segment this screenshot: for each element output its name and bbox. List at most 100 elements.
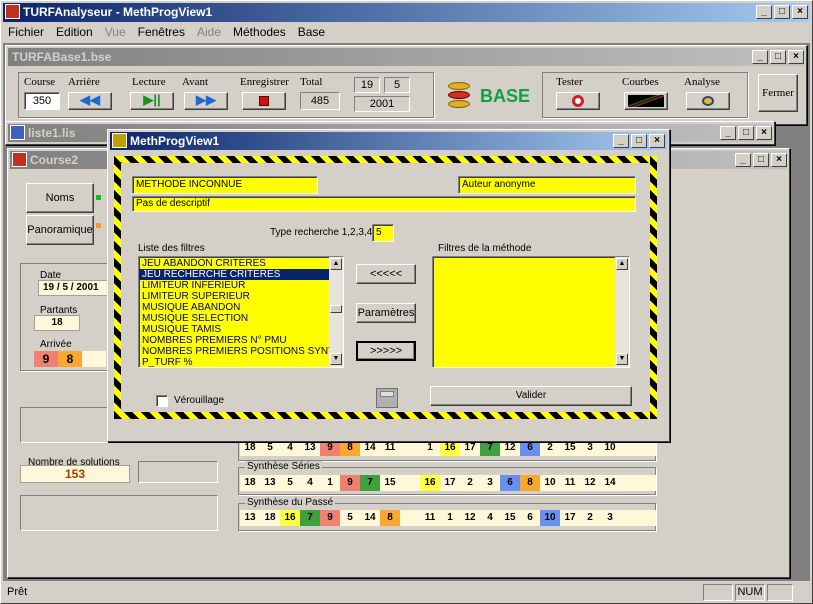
enregistrer-label: Enregistrer	[240, 76, 289, 88]
base-label: BASE	[480, 86, 531, 106]
dialog-maximize-icon[interactable]: □	[631, 134, 647, 148]
number-cell: 13	[260, 475, 280, 491]
fermer-button[interactable]: Fermer	[758, 74, 798, 112]
number-cell: 4	[300, 475, 320, 491]
filter-item[interactable]: JEU ABANDON CRITERES	[139, 258, 329, 269]
scroll-down-icon[interactable]: ▼	[330, 353, 342, 365]
filter-item[interactable]: MUSIQUE SELECTION	[139, 313, 329, 324]
number-cell: 11	[420, 510, 440, 526]
dialog-title-bar: MethProgView1 _ □ ×	[110, 132, 667, 150]
number-cell: 15	[560, 440, 580, 456]
filter-item[interactable]: NOMBRES PREMIERS POSITIONS SYNTH	[139, 346, 341, 357]
menu-aide[interactable]: Aide	[197, 25, 221, 39]
base-maximize-icon[interactable]: □	[770, 50, 786, 64]
menu-methodes[interactable]: Méthodes	[233, 25, 286, 39]
dialog-minimize-icon[interactable]: _	[613, 134, 629, 148]
courbes-button[interactable]	[624, 92, 668, 110]
filters-listbox[interactable]: JEU ABANDON CRITERES JEU RECHERCHE CRITER…	[138, 256, 344, 368]
filter-item[interactable]: LIMITEUR INFERIEUR	[139, 280, 329, 291]
number-cell: 15	[380, 475, 400, 491]
filter-item[interactable]: JEU RECHERCHE CRITERES	[139, 269, 329, 280]
status-pane-1	[703, 584, 733, 601]
lock-checkbox[interactable]	[156, 395, 168, 407]
menu-fenetres[interactable]: Fenêtres	[138, 25, 185, 39]
course-close-icon[interactable]: ×	[771, 153, 787, 167]
filter-item[interactable]: NOMBRES PREMIERS N° PMU	[139, 335, 329, 346]
scroll-thumb[interactable]	[330, 305, 342, 313]
tester-button[interactable]	[556, 92, 600, 110]
author-input[interactable]: Auteur anonyme	[458, 176, 636, 194]
number-cell: 7	[480, 440, 500, 456]
number-cell: 17	[440, 475, 460, 491]
type-input[interactable]: 5	[372, 224, 394, 242]
panoramique-button[interactable]: Panoramique	[26, 215, 94, 245]
course-maximize-icon[interactable]: □	[753, 153, 769, 167]
remove-filter-button[interactable]: <<<<<	[356, 264, 416, 284]
liste-close-icon[interactable]: ×	[756, 126, 772, 140]
method-scroll-down-icon[interactable]: ▼	[616, 353, 628, 365]
method-scroll-up-icon[interactable]: ▲	[616, 258, 628, 270]
noms-button[interactable]: Noms	[26, 183, 94, 213]
menu-fichier[interactable]: Fichier	[8, 25, 44, 39]
record-button[interactable]	[242, 92, 286, 110]
analyse-button[interactable]	[686, 92, 730, 110]
save-disk-icon[interactable]	[376, 388, 398, 408]
type-label: Type recherche 1,2,3,4,5	[270, 227, 381, 238]
method-filters-scrollbar[interactable]: ▲ ▼	[615, 257, 629, 367]
number-cell: 12	[580, 475, 600, 491]
number-cell: 13	[300, 440, 320, 456]
scroll-up-icon[interactable]: ▲	[330, 258, 342, 270]
number-cell: 9	[320, 440, 340, 456]
menu-bar: Fichier Edition Vue Fenêtres Aide Méthod…	[8, 25, 337, 39]
method-name-input[interactable]: METHODE INCONNUE	[132, 176, 318, 194]
number-cell: 1	[420, 440, 440, 456]
number-cell: 1	[320, 475, 340, 491]
base-close-icon[interactable]: ×	[788, 50, 804, 64]
course-minimize-icon[interactable]: _	[735, 153, 751, 167]
analyse-label: Analyse	[684, 76, 721, 88]
stop-icon	[259, 96, 269, 106]
hatch-border-left	[114, 156, 121, 419]
course-input[interactable]: 350	[24, 92, 60, 110]
filters-scrollbar[interactable]: ▲ ▼	[329, 257, 343, 367]
app-title-bar: TURFAnalyseur - MethProgView1 _ □ ×	[3, 3, 810, 22]
number-cell: 10	[540, 510, 560, 526]
number-cell: 14	[360, 440, 380, 456]
filters-list: JEU ABANDON CRITERES JEU RECHERCHE CRITER…	[139, 257, 341, 367]
rewind-button[interactable]: ◀◀	[68, 92, 112, 110]
number-cell: 18	[240, 475, 260, 491]
liste-maximize-icon[interactable]: □	[738, 126, 754, 140]
day-value: 19	[354, 77, 380, 93]
month-value: 5	[384, 77, 410, 93]
menu-vue[interactable]: Vue	[105, 25, 126, 39]
arrivee-1: 9	[34, 351, 58, 367]
number-cell: 14	[360, 510, 380, 526]
validate-button[interactable]: Valider	[430, 386, 632, 406]
maximize-icon[interactable]: □	[774, 5, 790, 19]
minimize-icon[interactable]: _	[756, 5, 772, 19]
play-pause-button[interactable]: ▶||	[130, 92, 174, 110]
filter-item[interactable]: P_TURF %	[139, 357, 329, 367]
number-cell: 16	[420, 475, 440, 491]
filter-item[interactable]: MUSIQUE ABANDON	[139, 302, 329, 313]
menu-base[interactable]: Base	[298, 25, 325, 39]
dialog-close-icon[interactable]: ×	[649, 134, 665, 148]
number-cell: 9	[320, 510, 340, 526]
left-empty-panel	[20, 407, 116, 443]
menu-edition[interactable]: Edition	[56, 25, 93, 39]
number-cell: 18	[260, 510, 280, 526]
series-label: Synthèse Séries	[245, 461, 322, 472]
base-title-bar: TURFABase1.bse _ □ ×	[8, 48, 804, 66]
close-icon[interactable]: ×	[792, 5, 808, 19]
filter-item[interactable]: MUSIQUE TAMIS	[139, 324, 329, 335]
add-filter-button[interactable]: >>>>>	[356, 341, 416, 361]
description-input[interactable]: Pas de descriptif	[132, 196, 636, 212]
liste-minimize-icon[interactable]: _	[720, 126, 736, 140]
number-cell: 16	[440, 440, 460, 456]
base-minimize-icon[interactable]: _	[752, 50, 768, 64]
method-filters-listbox[interactable]: ▲ ▼	[432, 256, 630, 368]
forward-button[interactable]: ▶▶	[184, 92, 228, 110]
filter-item[interactable]: LIMITEUR SUPERIEUR	[139, 291, 329, 302]
parametres-button[interactable]: Paramètres	[356, 303, 416, 323]
status-text: Prêt	[7, 586, 28, 598]
